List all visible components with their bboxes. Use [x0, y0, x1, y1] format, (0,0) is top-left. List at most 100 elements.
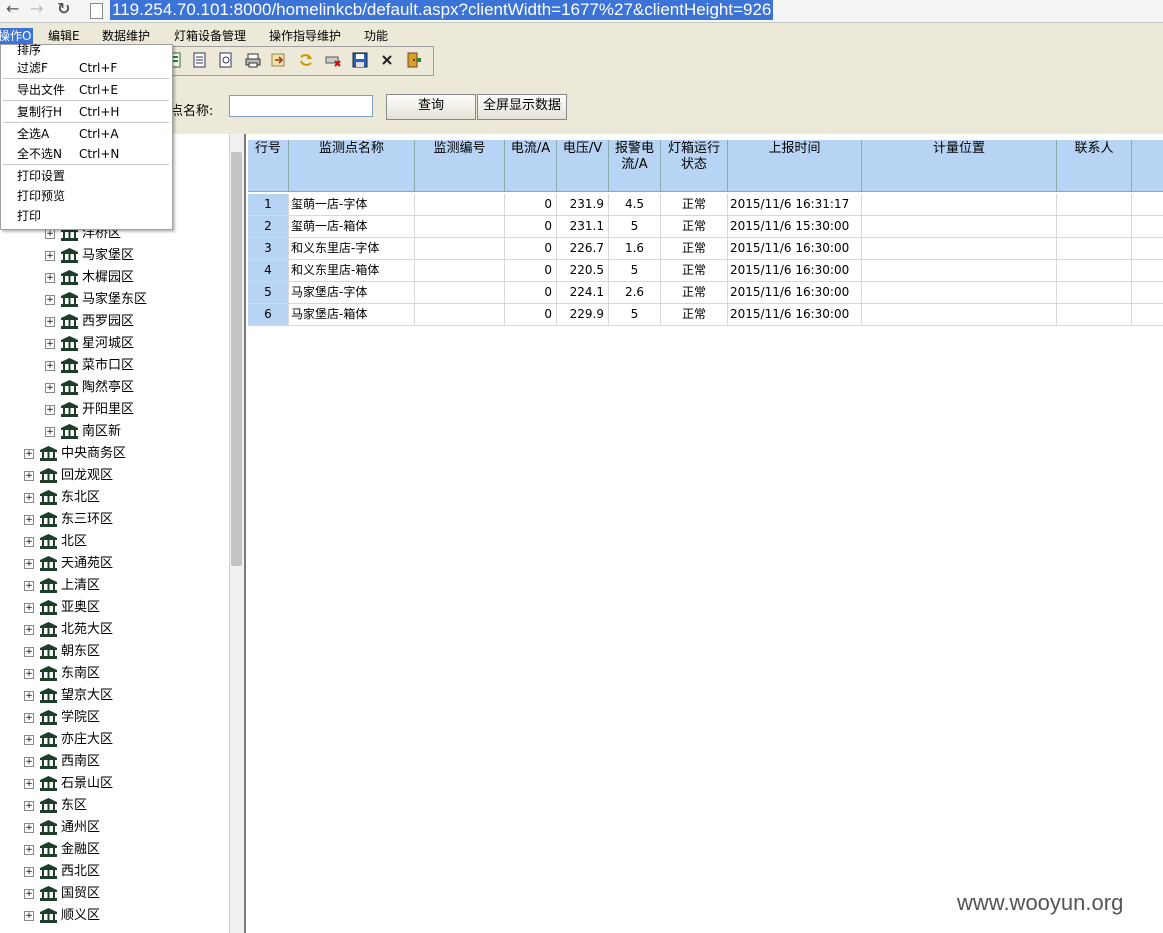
table-cell[interactable]: 2015/11/6 16:30:00: [728, 238, 862, 260]
table-cell[interactable]: [1057, 260, 1132, 282]
column-header[interactable]: 行号: [248, 140, 289, 192]
tree-node[interactable]: + 朝东区: [0, 642, 230, 662]
table-cell[interactable]: [862, 282, 1057, 304]
expand-icon[interactable]: +: [24, 911, 34, 921]
column-header[interactable]: 电流/A: [505, 140, 557, 192]
table-cell[interactable]: [415, 238, 505, 260]
table-cell[interactable]: [415, 282, 505, 304]
expand-icon[interactable]: +: [45, 229, 55, 239]
tree-node[interactable]: + 开阳里区: [0, 400, 230, 420]
table-row[interactable]: 6 马家堡店-箱体 0 229.9 5 正常 2015/11/6 16:30:00: [246, 304, 1163, 326]
table-cell[interactable]: [1057, 304, 1132, 326]
row-number-cell[interactable]: 4: [248, 260, 289, 282]
table-cell[interactable]: 2015/11/6 16:30:00: [728, 260, 862, 282]
menu-item-4[interactable]: 全选A Ctrl+A: [17, 125, 119, 143]
reload-icon[interactable]: ↻: [57, 0, 70, 20]
tree-node[interactable]: + 星河城区: [0, 334, 230, 354]
expand-icon[interactable]: +: [24, 603, 34, 613]
menu-lightbox-device[interactable]: 灯箱设备管理: [172, 28, 248, 44]
expand-icon[interactable]: +: [45, 273, 55, 283]
expand-icon[interactable]: +: [24, 757, 34, 767]
table-cell[interactable]: 0: [505, 282, 557, 304]
point-name-input[interactable]: [229, 95, 373, 117]
table-cell[interactable]: 5: [609, 304, 661, 326]
expand-icon[interactable]: +: [24, 669, 34, 679]
expand-icon[interactable]: +: [24, 493, 34, 503]
table-cell[interactable]: 玺萌一店-箱体: [289, 216, 415, 238]
table-cell[interactable]: [1132, 216, 1163, 238]
tree-node[interactable]: + 东三环区: [0, 510, 230, 530]
table-cell[interactable]: 0: [505, 238, 557, 260]
table-cell[interactable]: [1057, 216, 1132, 238]
tree-node[interactable]: + 国贸区: [0, 884, 230, 904]
save-icon[interactable]: [352, 52, 368, 68]
expand-icon[interactable]: +: [45, 339, 55, 349]
table-cell[interactable]: 正常: [661, 304, 728, 326]
column-header[interactable]: 监测点名称: [289, 140, 415, 192]
table-cell[interactable]: [1057, 194, 1132, 216]
tree-node[interactable]: + 南区新: [0, 422, 230, 442]
expand-icon[interactable]: +: [24, 625, 34, 635]
table-cell[interactable]: [415, 194, 505, 216]
row-number-cell[interactable]: 5: [248, 282, 289, 304]
table-cell[interactable]: 4.5: [609, 194, 661, 216]
column-header[interactable]: 计量位置: [862, 140, 1057, 192]
table-cell[interactable]: 马家堡店-字体: [289, 282, 415, 304]
tree-node[interactable]: + 陶然亭区: [0, 378, 230, 398]
table-cell[interactable]: 正常: [661, 282, 728, 304]
expand-icon[interactable]: +: [24, 845, 34, 855]
table-cell[interactable]: [862, 260, 1057, 282]
table-row[interactable]: 5 马家堡店-字体 0 224.1 2.6 正常 2015/11/6 16:30:00: [246, 282, 1163, 304]
table-row[interactable]: 4 和义东里店-箱体 0 220.5 5 正常 2015/11/6 16:30:00: [246, 260, 1163, 282]
tree-node[interactable]: + 上清区: [0, 576, 230, 596]
expand-icon[interactable]: +: [45, 317, 55, 327]
table-cell[interactable]: 正常: [661, 238, 728, 260]
tree-node[interactable]: + 马家堡区: [0, 246, 230, 266]
table-row[interactable]: 2 玺萌一店-箱体 0 231.1 5 正常 2015/11/6 15:30:00: [246, 216, 1163, 238]
search-button[interactable]: 查询: [386, 94, 476, 120]
expand-icon[interactable]: +: [24, 471, 34, 481]
column-header[interactable]: 上报时间: [728, 140, 862, 192]
menu-item-7[interactable]: 打印预览: [17, 187, 65, 205]
table-cell[interactable]: 正常: [661, 260, 728, 282]
tree-node[interactable]: + 西罗园区: [0, 312, 230, 332]
preview-icon[interactable]: [218, 52, 234, 68]
delete-row-icon[interactable]: [325, 52, 341, 68]
tree-node[interactable]: + 木樨园区: [0, 268, 230, 288]
table-cell[interactable]: 0: [505, 216, 557, 238]
table-cell[interactable]: 229.9: [557, 304, 609, 326]
menu-item-3[interactable]: 复制行H Ctrl+H: [17, 103, 119, 121]
table-cell[interactable]: [1057, 282, 1132, 304]
column-header[interactable]: 报警电流/A: [609, 140, 661, 192]
table-cell[interactable]: 220.5: [557, 260, 609, 282]
tree-node[interactable]: + 天通苑区: [0, 554, 230, 574]
expand-icon[interactable]: +: [24, 537, 34, 547]
tree-node[interactable]: + 亚奥区: [0, 598, 230, 618]
tree-node[interactable]: + 菜市口区: [0, 356, 230, 376]
table-cell[interactable]: [862, 194, 1057, 216]
expand-icon[interactable]: +: [24, 691, 34, 701]
row-number-cell[interactable]: 1: [248, 194, 289, 216]
menu-item-6[interactable]: 打印设置: [17, 167, 65, 185]
table-cell[interactable]: [862, 304, 1057, 326]
table-cell[interactable]: 5: [609, 216, 661, 238]
tree-node[interactable]: + 北苑大区: [0, 620, 230, 640]
expand-icon[interactable]: +: [24, 559, 34, 569]
row-number-cell[interactable]: 2: [248, 216, 289, 238]
refresh-icon[interactable]: [298, 52, 314, 68]
tree-node[interactable]: + 中央商务区: [0, 444, 230, 464]
row-number-cell[interactable]: 6: [248, 304, 289, 326]
expand-icon[interactable]: +: [24, 823, 34, 833]
table-cell[interactable]: 2015/11/6 15:30:00: [728, 216, 862, 238]
expand-icon[interactable]: +: [24, 735, 34, 745]
address-bar[interactable]: 119.254.70.101:8000/homelinkcb/default.a…: [110, 0, 774, 20]
expand-icon[interactable]: +: [24, 889, 34, 899]
table-cell[interactable]: 2015/11/6 16:30:00: [728, 282, 862, 304]
exit-door-icon[interactable]: [406, 52, 422, 68]
tree-node[interactable]: + 望京大区: [0, 686, 230, 706]
menu-item-5[interactable]: 全不选N Ctrl+N: [17, 145, 119, 163]
table-cell[interactable]: 231.1: [557, 216, 609, 238]
tree-node[interactable]: + 顺义区: [0, 906, 230, 926]
table-cell[interactable]: [1132, 260, 1163, 282]
table-cell[interactable]: 2015/11/6 16:31:17: [728, 194, 862, 216]
